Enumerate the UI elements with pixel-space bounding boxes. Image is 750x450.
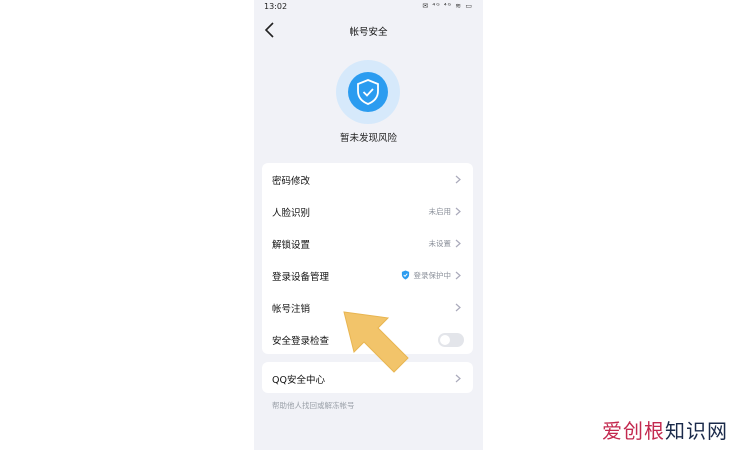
- security-shield: [336, 60, 400, 124]
- footer-link[interactable]: 帮助他人找回或解冻帐号: [272, 400, 355, 411]
- menu-item-label: 密码修改: [272, 176, 311, 187]
- menu-item-label: 登录设备管理: [272, 272, 330, 283]
- status-icons: ✉ ⁴ᴳ ⁴ᴳ ≋ ▭: [422, 2, 473, 10]
- watermark-mid: 创根: [623, 419, 665, 443]
- menu-item-label: 解锁设置: [272, 240, 311, 251]
- menu-item-status: 未设置: [428, 239, 452, 248]
- menu-item-label: 帐号注销: [272, 304, 311, 315]
- menu-item-label: QQ安全中心: [272, 375, 325, 386]
- watermark-prefix: 爱: [602, 419, 623, 443]
- menu-item-status: 未启用: [428, 207, 452, 216]
- menu-item-status: 登录保护中: [413, 271, 452, 280]
- menu-item-device-management[interactable]: 登录设备管理 登录保护中: [262, 259, 473, 291]
- small-shield-icon: [401, 270, 410, 280]
- chevron-right-icon: [455, 239, 461, 248]
- chevron-right-icon: [455, 374, 461, 383]
- shield-circle: [348, 72, 388, 112]
- annotation-arrow-icon: [343, 311, 409, 373]
- menu-item-unlock-settings[interactable]: 解锁设置 未设置: [262, 227, 473, 259]
- chevron-right-icon: [455, 271, 461, 280]
- menu-item-password[interactable]: 密码修改: [262, 163, 473, 195]
- menu-item-face-recognition[interactable]: 人脸识别 未启用: [262, 195, 473, 227]
- chevron-right-icon: [455, 175, 461, 184]
- shield-check-icon: [357, 79, 379, 105]
- phone-screen: 13:02 ✉ ⁴ᴳ ⁴ᴳ ≋ ▭ 帐号安全 暂未发现风险 密码修改 人脸识别 …: [254, 0, 483, 450]
- menu-item-label: 安全登录检查: [272, 336, 330, 347]
- chevron-right-icon: [455, 207, 461, 216]
- nav-bar: 帐号安全: [254, 16, 483, 44]
- page-title: 帐号安全: [349, 27, 388, 38]
- chevron-right-icon: [455, 303, 461, 312]
- security-status-text: 暂未发现风险: [339, 133, 397, 144]
- watermark: 爱创根知识网: [602, 415, 728, 444]
- status-bar: 13:02 ✉ ⁴ᴳ ⁴ᴳ ≋ ▭: [254, 0, 483, 14]
- menu-item-label: 人脸识别: [272, 208, 311, 219]
- status-time: 13:02: [264, 2, 288, 11]
- watermark-suffix: 知识网: [665, 419, 728, 443]
- toggle-knob: [440, 335, 450, 345]
- secure-login-toggle[interactable]: [438, 333, 464, 347]
